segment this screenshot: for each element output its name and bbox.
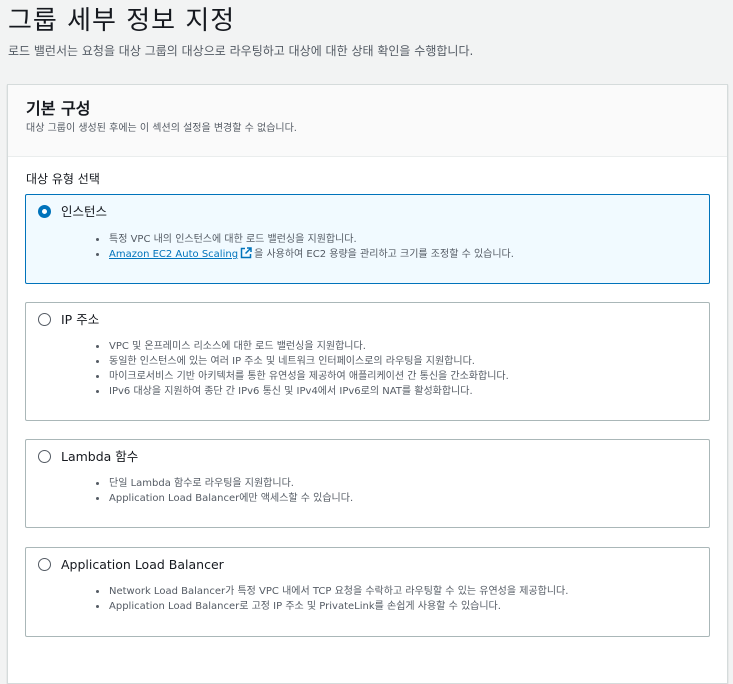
page-header: 그룹 세부 정보 지정 로드 밸런서는 요청을 대상 그룹의 대상으로 라우팅하… — [8, 4, 473, 59]
list-item: 마이크로서비스 기반 아키텍처를 통한 유연성을 제공하여 애플리케이션 간 통… — [96, 369, 697, 384]
panel-subtitle: 대상 그룹이 생성된 후에는 이 섹션의 설정을 변경할 수 없습니다. — [26, 123, 297, 134]
list-item: VPC 및 온프레미스 리소스에 대한 로드 밸런싱을 지원합니다. — [96, 339, 697, 354]
list-item: Network Load Balancer가 특정 VPC 내에서 TCP 요청… — [96, 584, 697, 599]
option-title: Lambda 함수 — [61, 449, 139, 464]
list-item: 동일한 인스턴스에 있는 여러 IP 주소 및 네트워크 인터페이스로의 라우팅… — [96, 354, 697, 369]
radio-instances[interactable] — [38, 205, 51, 218]
target-type-label: 대상 유형 선택 — [26, 172, 100, 186]
radio-ip[interactable] — [38, 313, 51, 326]
list-item: Application Load Balancer로 고정 IP 주소 및 Pr… — [96, 599, 697, 614]
option-title: Application Load Balancer — [61, 557, 224, 572]
basic-config-panel: 기본 구성 대상 그룹이 생성된 후에는 이 섹션의 설정을 변경할 수 없습니… — [7, 84, 728, 684]
list-item: IPv6 대상을 지원하여 종단 간 IPv6 통신 및 IPv4에서 IPv6… — [96, 384, 697, 399]
radio-lambda[interactable] — [38, 450, 51, 463]
list-item: Application Load Balancer에만 액세스할 수 있습니다. — [96, 491, 697, 506]
panel-title: 기본 구성 — [26, 99, 91, 118]
option-title: IP 주소 — [61, 312, 100, 327]
option-instances[interactable]: 인스턴스 특정 VPC 내의 인스턴스에 대한 로드 밸런싱을 지원합니다. A… — [25, 194, 710, 284]
radio-alb[interactable] — [38, 558, 51, 571]
ec2-auto-scaling-link[interactable]: Amazon EC2 Auto Scaling — [109, 249, 238, 260]
list-item: 특정 VPC 내의 인스턴스에 대한 로드 밸런싱을 지원합니다. — [96, 232, 697, 247]
option-lambda[interactable]: Lambda 함수 단일 Lambda 함수로 라우팅을 지원합니다. Appl… — [25, 439, 710, 528]
panel-header: 기본 구성 대상 그룹이 생성된 후에는 이 섹션의 설정을 변경할 수 없습니… — [8, 85, 727, 157]
option-ip[interactable]: IP 주소 VPC 및 온프레미스 리소스에 대한 로드 밸런싱을 지원합니다.… — [25, 302, 710, 421]
option-title: 인스턴스 — [61, 204, 108, 219]
external-link-icon[interactable] — [240, 247, 252, 264]
page-description: 로드 밸런서는 요청을 대상 그룹의 대상으로 라우팅하고 대상에 대한 상태 … — [8, 44, 474, 58]
list-item: Amazon EC2 Auto Scaling 을 사용하여 EC2 용량을 관리… — [96, 247, 697, 264]
option-alb[interactable]: Application Load Balancer Network Load B… — [25, 547, 710, 637]
page-title: 그룹 세부 정보 지정 — [8, 6, 236, 36]
list-item: 단일 Lambda 함수로 라우팅을 지원합니다. — [96, 476, 697, 491]
